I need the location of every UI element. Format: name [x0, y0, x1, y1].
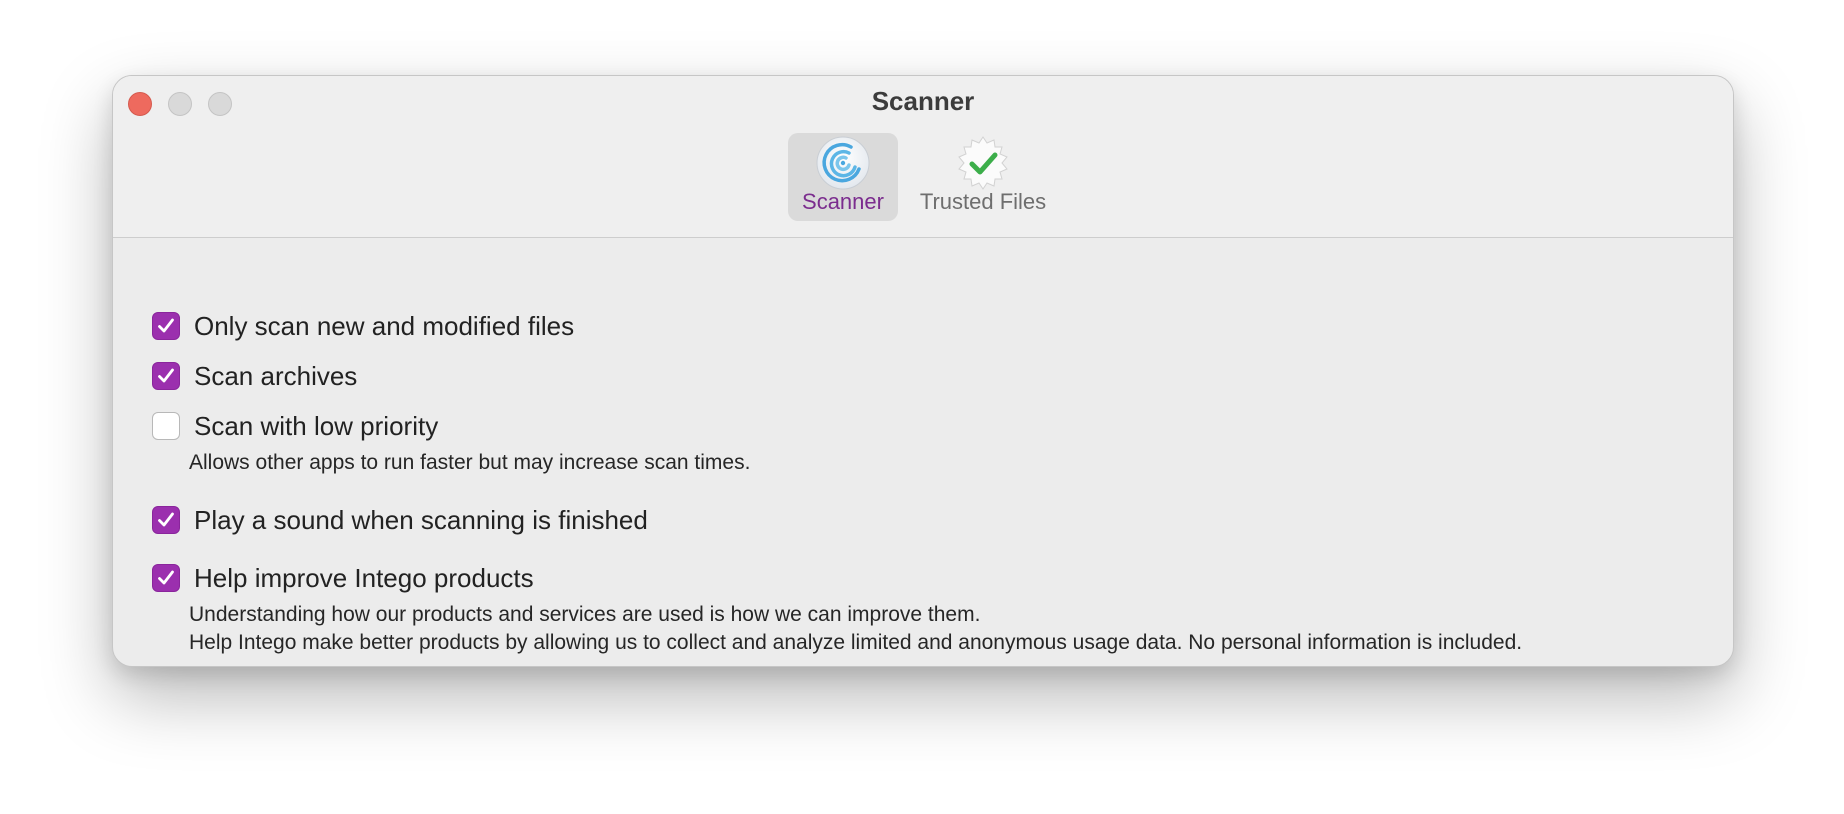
- verified-check-badge-icon: [955, 135, 1011, 191]
- help-improve-label: Help improve Intego products: [194, 563, 534, 593]
- window-title: Scanner: [871, 86, 975, 116]
- tab-scanner-label: Scanner: [802, 189, 884, 214]
- tab-trusted-files[interactable]: Trusted Files: [908, 133, 1058, 221]
- low-priority-description: Allows other apps to run faster but may …: [189, 451, 751, 474]
- checkmark-icon: [158, 570, 174, 585]
- help-improve-description-line-2: Help Intego make better products by allo…: [189, 631, 1523, 654]
- play-sound-label: Play a sound when scanning is finished: [194, 505, 648, 535]
- preferences-window: Scanner Scanner Trusted Files Only scan …: [112, 75, 1734, 667]
- low-priority-checkbox[interactable]: [152, 412, 180, 440]
- scanner-radar-icon: [815, 135, 871, 191]
- tab-trusted-files-label: Trusted Files: [919, 189, 1047, 214]
- help-improve-description-line-1: Understanding how our products and servi…: [189, 603, 981, 626]
- help-improve-checkbox[interactable]: [152, 564, 180, 592]
- low-priority-label: Scan with low priority: [194, 411, 439, 441]
- scan-archives-label: Scan archives: [194, 361, 358, 391]
- only-scan-new-checkbox[interactable]: [152, 312, 180, 340]
- titlebar: Scanner Scanner Trusted Files: [113, 76, 1733, 238]
- scan-archives-checkbox[interactable]: [152, 362, 180, 390]
- play-sound-checkbox[interactable]: [152, 506, 180, 534]
- checkmark-icon: [158, 512, 174, 527]
- tab-scanner[interactable]: Scanner: [788, 133, 898, 221]
- checkmark-icon: [158, 368, 174, 383]
- checkmark-icon: [158, 318, 174, 333]
- only-scan-new-label: Only scan new and modified files: [194, 311, 575, 341]
